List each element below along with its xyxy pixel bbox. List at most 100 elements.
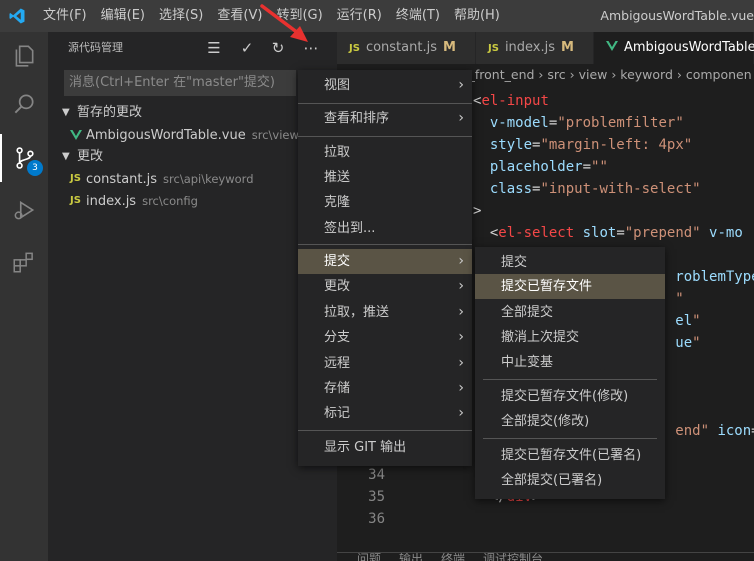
code-token: = xyxy=(616,225,625,241)
menu-separator xyxy=(298,136,472,137)
menu-separator xyxy=(298,430,472,431)
vscode-logo-icon xyxy=(9,8,25,24)
menu-item-pull[interactable]: 拉取 xyxy=(298,140,472,165)
menu-separator xyxy=(298,103,472,104)
file-name: AmbigousWordTable.vue xyxy=(86,128,246,143)
code-text: v-model="problemfilter" xyxy=(473,112,684,134)
annotation-arrow-icon xyxy=(260,4,308,42)
scm-count-badge: 3 xyxy=(27,160,43,176)
menu-item-label: 提交已暂存文件(修改) xyxy=(501,389,629,404)
menu-terminal[interactable]: 终端(T) xyxy=(389,0,447,32)
code-token: slot xyxy=(582,225,617,241)
menu-item-clone[interactable]: 克隆 xyxy=(298,190,472,215)
menu-item-label: 显示 GIT 输出 xyxy=(324,440,407,455)
file-label: index.js src\config xyxy=(86,190,198,212)
menu-item-commit[interactable]: 提交 › xyxy=(298,249,472,274)
search-button[interactable] xyxy=(0,80,48,128)
menu-item-label: 提交已暂存文件(已署名) xyxy=(501,448,642,463)
tab-ambigous-word-table[interactable]: AmbigousWordTable.vue xyxy=(594,32,754,64)
file-name: index.js xyxy=(86,194,137,209)
menu-edit[interactable]: 编辑(E) xyxy=(94,0,152,32)
group-label: 更改 xyxy=(77,149,104,164)
panel-tab-problems[interactable]: 问题 xyxy=(357,553,381,561)
tab-constant-js[interactable]: JS constant.js M xyxy=(337,32,476,64)
panel-tab-debug-console[interactable]: 调试控制台 xyxy=(483,553,543,561)
line-number: 34 xyxy=(368,467,385,483)
menu-item-show-git-output[interactable]: 显示 GIT 输出 xyxy=(298,435,472,460)
file-row[interactable]: JS index.js src\config xyxy=(48,190,337,212)
code-token: > xyxy=(473,203,482,219)
explorer-button[interactable] xyxy=(0,32,48,80)
submenu-item-undo-last-commit[interactable]: 撤消上次提交 xyxy=(475,325,665,350)
commit-message-input[interactable]: 消息(Ctrl+Enter 在"master"提交) xyxy=(64,70,296,96)
code-token: icon xyxy=(717,423,752,439)
submenu-item-commit-all[interactable]: 全部提交 xyxy=(475,300,665,325)
staged-changes-group[interactable]: ▼ 暂存的更改 xyxy=(48,102,337,124)
run-debug-button[interactable] xyxy=(0,186,48,234)
menu-item-label: 远程 xyxy=(324,356,351,371)
submenu-item-commit-staged-amend[interactable]: 提交已暂存文件(修改) xyxy=(475,384,665,409)
changes-group[interactable]: ▼ 更改 xyxy=(48,146,337,168)
chevron-down-icon: ▼ xyxy=(62,107,70,118)
menu-item-label: 提交 xyxy=(324,254,351,269)
menu-item-changes[interactable]: 更改 › xyxy=(298,274,472,299)
menu-item-view-sort[interactable]: 查看和排序 › xyxy=(298,106,472,131)
tab-label: AmbigousWordTable.vue xyxy=(624,40,754,55)
search-icon xyxy=(14,94,34,114)
view-as-tree-icon[interactable]: ☰ xyxy=(205,39,223,57)
submenu-item-commit-all-amend[interactable]: 全部提交(修改) xyxy=(475,409,665,434)
group-label: 暂存的更改 xyxy=(77,105,143,120)
chevron-down-icon: ▼ xyxy=(62,151,70,162)
menu-item-branch[interactable]: 分支 › xyxy=(298,325,472,350)
commit-check-icon[interactable]: ✓ xyxy=(238,39,256,57)
window-title: AmbigousWordTable.vue xyxy=(600,8,754,23)
source-control-button[interactable]: 3 xyxy=(0,134,48,182)
menu-item-label: 全部提交(已署名) xyxy=(501,473,603,488)
menu-item-view[interactable]: 视图 › xyxy=(298,73,472,98)
menu-item-label: 全部提交(修改) xyxy=(501,414,590,429)
menu-item-tags[interactable]: 标记 › xyxy=(298,401,472,426)
menu-item-label: 撤消上次提交 xyxy=(501,330,580,345)
menu-item-remote[interactable]: 远程 › xyxy=(298,351,472,376)
menu-item-checkout[interactable]: 签出到... xyxy=(298,216,472,241)
submenu-item-abort-rebase[interactable]: 中止变基 xyxy=(475,350,665,375)
menu-item-push[interactable]: 推送 xyxy=(298,165,472,190)
panel-tab-output[interactable]: 输出 xyxy=(399,553,423,561)
code-line[interactable]: 36 xyxy=(337,508,754,530)
submenu-item-commit[interactable]: 提交 xyxy=(475,250,665,275)
menu-item-label: 签出到... xyxy=(324,221,376,236)
menu-item-label: 标记 xyxy=(324,406,351,421)
modified-indicator: M xyxy=(561,40,574,55)
menu-item-pull-push[interactable]: 拉取，推送 › xyxy=(298,300,472,325)
menu-item-stash[interactable]: 存储 › xyxy=(298,376,472,401)
file-path: src\api\keyword xyxy=(163,172,254,186)
file-path: src\config xyxy=(142,194,198,208)
menu-item-label: 克隆 xyxy=(324,195,351,210)
menu-selection[interactable]: 选择(S) xyxy=(152,0,210,32)
chevron-right-icon: › xyxy=(458,304,464,320)
file-row[interactable]: JS constant.js src\api\keyword xyxy=(48,168,337,190)
code-token: style xyxy=(489,137,533,153)
menu-run[interactable]: 运行(R) xyxy=(330,0,389,32)
code-token: "problemfilter" xyxy=(557,115,684,131)
line-number: 35 xyxy=(368,489,385,505)
extensions-button[interactable] xyxy=(0,238,48,286)
code-token: el-input xyxy=(481,93,549,109)
menu-file[interactable]: 文件(F) xyxy=(36,0,94,32)
code-token: "" xyxy=(591,159,608,175)
file-row[interactable]: AmbigousWordTable.vue src\view\ke... xyxy=(48,124,337,146)
submenu-item-commit-staged[interactable]: 提交已暂存文件 xyxy=(475,274,665,299)
menu-help[interactable]: 帮助(H) xyxy=(447,0,507,32)
panel-tab-terminal[interactable]: 终端 xyxy=(441,553,465,561)
files-icon xyxy=(15,45,34,67)
activity-bar: 3 xyxy=(0,32,48,561)
chevron-right-icon: › xyxy=(458,253,464,269)
tab-index-js[interactable]: JS index.js M xyxy=(476,32,594,64)
submenu-item-commit-staged-signed[interactable]: 提交已暂存文件(已署名) xyxy=(475,443,665,468)
code-token: v-mo xyxy=(709,225,743,241)
submenu-item-commit-all-signed[interactable]: 全部提交(已署名) xyxy=(475,468,665,493)
vue-file-icon xyxy=(70,130,82,140)
menu-item-label: 全部提交 xyxy=(501,305,554,320)
